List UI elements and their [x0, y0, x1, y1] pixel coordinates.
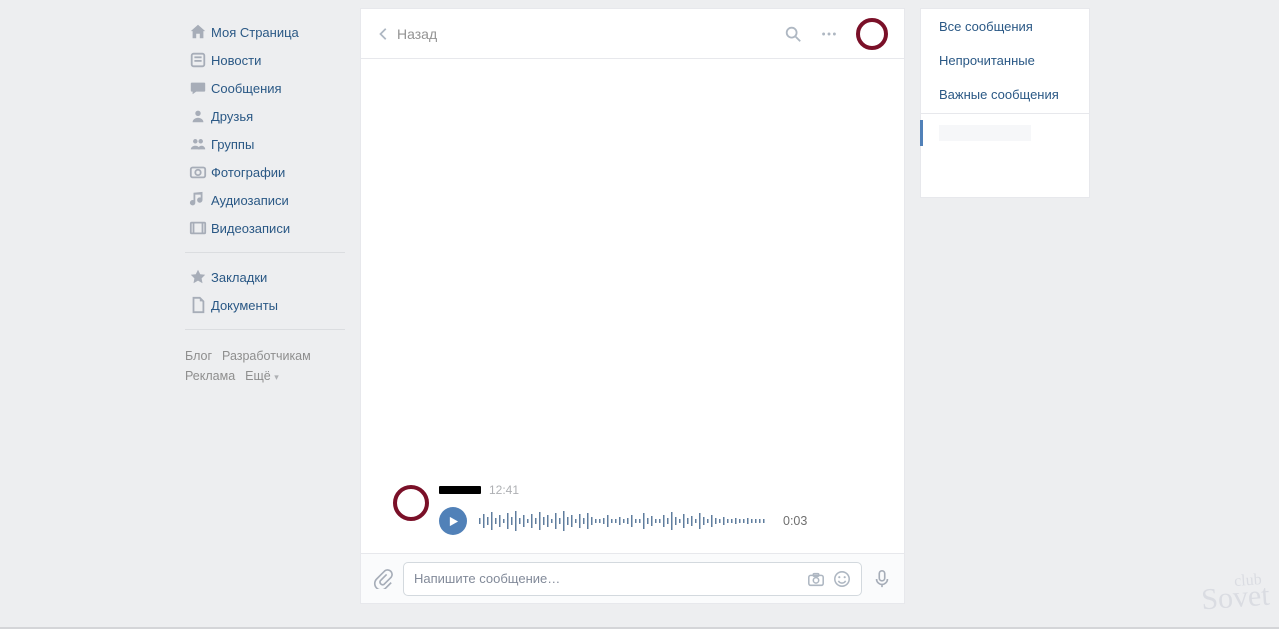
sender-name-redacted[interactable] — [439, 486, 481, 494]
chat-column: Назад 12:41 — [360, 8, 905, 604]
nav-friends[interactable]: Друзья — [185, 102, 345, 130]
nav-label: Документы — [211, 298, 278, 313]
home-icon — [185, 23, 211, 41]
feed-icon — [185, 51, 211, 69]
waveform[interactable] — [479, 508, 769, 534]
friends-icon — [185, 107, 211, 125]
video-icon — [185, 219, 211, 237]
composer — [361, 553, 904, 603]
nav-label: Фотографии — [211, 165, 285, 180]
nav-my-page[interactable]: Моя Страница — [185, 18, 345, 46]
chat-body: 12:41 0:03 — [361, 59, 904, 553]
filters-panel: Все сообщения Непрочитанные Важные сообщ… — [920, 8, 1090, 198]
nav-label: Группы — [211, 137, 254, 152]
audio-duration: 0:03 — [783, 514, 807, 528]
back-button[interactable]: Назад — [377, 26, 437, 42]
nav-separator — [185, 252, 345, 253]
photos-icon — [185, 163, 211, 181]
play-icon — [448, 516, 459, 527]
nav-photos[interactable]: Фотографии — [185, 158, 345, 186]
message-time: 12:41 — [489, 483, 519, 497]
footer-developers[interactable]: Разработчикам — [222, 349, 311, 363]
nav-bookmarks[interactable]: Закладки — [185, 263, 345, 291]
nav-groups[interactable]: Группы — [185, 130, 345, 158]
nav-label: Видеозаписи — [211, 221, 290, 236]
filter-all[interactable]: Все сообщения — [921, 9, 1089, 43]
more-icon[interactable] — [820, 25, 838, 43]
nav-label: Друзья — [211, 109, 253, 124]
chevron-left-icon — [377, 27, 391, 41]
nav-video[interactable]: Видеозаписи — [185, 214, 345, 242]
selected-dialog-name — [939, 125, 1031, 141]
nav-messages[interactable]: Сообщения — [185, 74, 345, 102]
footer-links: Блог Разработчикам Реклама Ещё ▾ — [185, 340, 345, 387]
filter-unread[interactable]: Непрочитанные — [921, 43, 1089, 77]
camera-icon[interactable] — [807, 570, 825, 588]
nav-label: Аудиозаписи — [211, 193, 289, 208]
audio-icon — [185, 191, 211, 209]
emoji-icon[interactable] — [833, 570, 851, 588]
message-input[interactable] — [414, 571, 799, 586]
footer-ads[interactable]: Реклама — [185, 369, 235, 383]
messages-icon — [185, 79, 211, 97]
filter-selected-dialog[interactable] — [921, 116, 1089, 150]
footer-blog[interactable]: Блог — [185, 349, 212, 363]
left-navigation: Моя Страница Новости Сообщения Друзья Гр… — [185, 8, 345, 604]
documents-icon — [185, 296, 211, 314]
dialog-avatar[interactable] — [856, 18, 888, 50]
nav-documents[interactable]: Документы — [185, 291, 345, 319]
filter-separator — [921, 113, 1089, 114]
sender-avatar[interactable] — [393, 485, 429, 521]
bookmarks-icon — [185, 268, 211, 286]
nav-label: Сообщения — [211, 81, 282, 96]
chat-header: Назад — [361, 9, 904, 59]
back-label: Назад — [397, 26, 437, 42]
nav-label: Моя Страница — [211, 25, 299, 40]
message-input-wrap — [403, 562, 862, 596]
mic-icon[interactable] — [872, 569, 892, 589]
nav-news[interactable]: Новости — [185, 46, 345, 74]
filter-important[interactable]: Важные сообщения — [921, 77, 1089, 111]
chevron-down-icon: ▾ — [274, 372, 279, 382]
voice-message: 0:03 — [439, 507, 807, 535]
groups-icon — [185, 135, 211, 153]
play-button[interactable] — [439, 507, 467, 535]
nav-separator — [185, 329, 345, 330]
message-row: 12:41 0:03 — [393, 483, 807, 535]
nav-label: Новости — [211, 53, 261, 68]
footer-more[interactable]: Ещё ▾ — [245, 369, 279, 383]
nav-label: Закладки — [211, 270, 267, 285]
search-icon[interactable] — [784, 25, 802, 43]
watermark: club Sovet — [1199, 571, 1270, 618]
attach-icon[interactable] — [373, 569, 393, 589]
nav-audio[interactable]: Аудиозаписи — [185, 186, 345, 214]
